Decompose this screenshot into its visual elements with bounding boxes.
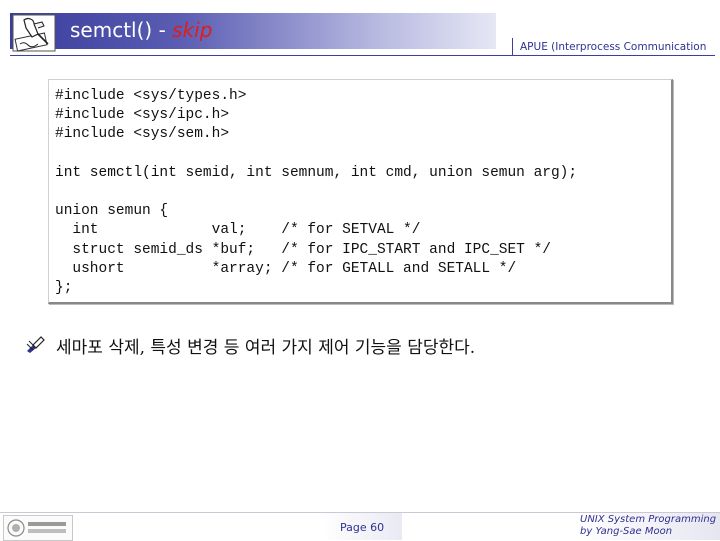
code-line: }; <box>55 280 73 297</box>
code-line: struct semid_ds *buf; /* for IPC_START a… <box>55 241 551 258</box>
page-number: Page 60 <box>340 521 385 534</box>
credit-line-course: UNIX System Programming <box>580 514 717 525</box>
slide: semctl() - skip APUE (Interprocess Commu… <box>0 0 720 541</box>
code-line: #include <sys/types.h> <box>55 88 247 104</box>
code-line: int val; /* for SETVAL */ <box>55 222 421 239</box>
bullet-text: 세마포 삭제, 특성 변경 등 여러 가지 제어 기능을 담당한다. <box>56 338 476 358</box>
code-block: #include <sys/types.h> #include <sys/ipc… <box>55 87 577 298</box>
code-line: union semun { <box>55 203 169 220</box>
university-logo-icon <box>3 515 73 541</box>
code-line: #include <sys/ipc.h> <box>55 107 230 124</box>
page-title: semctl() - skip <box>70 18 212 46</box>
title-main: semctl() - <box>70 18 173 42</box>
course-label: APUE (Interprocess Communication <box>520 41 707 53</box>
footer-credit: UNIX System Programming by Yang-Sae Moon <box>580 514 718 538</box>
pen-bullet-icon <box>26 336 45 353</box>
writing-hand-icon <box>12 14 56 52</box>
title-accent: skip <box>172 18 213 42</box>
code-line: ushort *array; /* for GETALL and SETALL … <box>55 260 517 277</box>
code-line: #include <sys/sem.h> <box>55 126 230 143</box>
code-line: int semctl(int semid, int semnum, int cm… <box>55 164 578 181</box>
credit-line-author: by Yang-Sae Moon <box>580 526 673 537</box>
header-rule <box>10 55 715 56</box>
